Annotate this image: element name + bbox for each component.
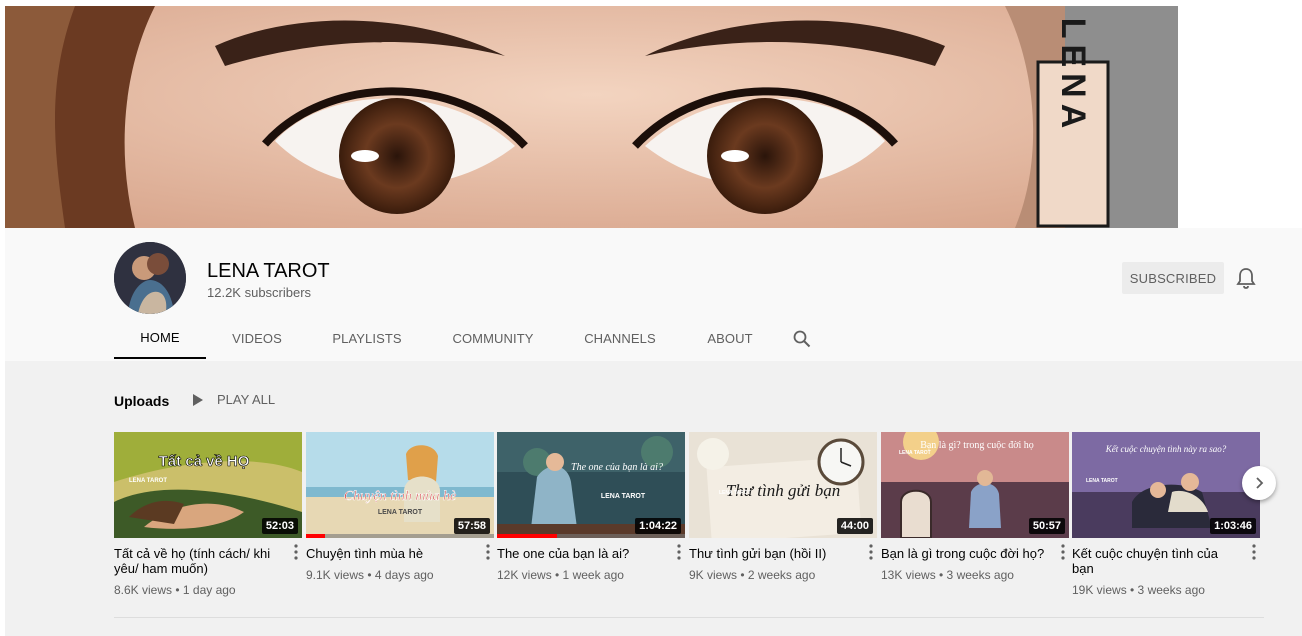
channel-banner: LENA — [5, 6, 1178, 228]
video-card[interactable]: Tất cả về HỌ LENA TAROT 52:03 Tất cả về … — [114, 432, 302, 597]
video-title[interactable]: The one của bạn là ai? — [497, 546, 685, 561]
video-duration: 1:04:22 — [635, 518, 681, 534]
more-vert-icon[interactable] — [869, 544, 873, 560]
video-card[interactable]: Thư tình gửi bạn LENA TAROT 44:00 Thư tì… — [689, 432, 877, 582]
video-card[interactable]: The one của bạn là ai? LENA TAROT 1:04:2… — [497, 432, 685, 582]
play-icon — [193, 393, 203, 406]
thumbnail-brand: LENA TAROT — [719, 490, 751, 496]
video-thumbnail[interactable]: Thư tình gửi bạn LENA TAROT 44:00 — [689, 432, 877, 538]
thumbnail-brand: LENA TAROT — [129, 478, 167, 484]
video-card[interactable]: Bạn là gì? trong cuộc đời họ LENA TAROT … — [881, 432, 1069, 582]
channel-avatar[interactable] — [114, 242, 186, 314]
video-meta: 19K views • 3 weeks ago — [1072, 583, 1205, 597]
watch-progress — [306, 534, 325, 538]
thumbnail-text: Kết cuộc chuyện tình này ra sao? — [1105, 444, 1227, 454]
tab-home[interactable]: HOME — [114, 320, 206, 359]
video-card[interactable]: Kết cuộc chuyện tình này ra sao? LENA TA… — [1072, 432, 1260, 597]
more-vert-icon[interactable] — [677, 544, 681, 560]
play-all-label: PLAY ALL — [217, 392, 276, 407]
watch-progress — [497, 534, 558, 538]
banner-logo: LENA — [1054, 18, 1092, 135]
more-vert-icon[interactable] — [1252, 544, 1256, 560]
avatar-image — [114, 242, 186, 314]
thumbnail-brand: LENA TAROT — [1086, 478, 1118, 484]
channel-tabs: HOME VIDEOS PLAYLISTS COMMUNITY CHANNELS… — [114, 320, 816, 361]
video-duration: 50:57 — [1028, 518, 1065, 534]
video-meta: 8.6K views • 1 day ago — [114, 583, 236, 597]
subscriber-count: 12.2K subscribers — [207, 285, 312, 300]
channel-name: LENA TAROT — [207, 260, 330, 282]
video-meta: 12K views • 1 week ago — [497, 568, 624, 582]
uploads-shelf: Uploads PLAY ALL Tất cả về HỌ LENA TAROT… — [5, 361, 1302, 636]
video-meta: 9.1K views • 4 days ago — [306, 568, 434, 582]
subscribed-button[interactable]: SUBSCRIBED — [1122, 262, 1224, 294]
video-title[interactable]: Bạn là gì trong cuộc đời họ? — [881, 546, 1069, 561]
more-vert-icon[interactable] — [486, 544, 490, 560]
bell-icon[interactable] — [1235, 266, 1257, 290]
shelf-divider — [114, 617, 1264, 618]
video-meta: 13K views • 3 weeks ago — [881, 568, 1014, 582]
thumbnail-brand: LENA TAROT — [601, 493, 646, 500]
thumbnail-text: The one của bạn là ai? — [571, 462, 663, 473]
search-icon[interactable] — [788, 320, 816, 358]
tab-playlists[interactable]: PLAYLISTS — [308, 320, 426, 358]
shelf-title[interactable]: Uploads — [114, 393, 169, 409]
video-duration: 52:03 — [261, 518, 298, 534]
tab-about[interactable]: ABOUT — [680, 320, 780, 358]
chevron-right-icon — [1256, 477, 1264, 489]
video-title[interactable]: Tất cả về họ (tính cách/ khi yêu/ ham mu… — [114, 546, 302, 576]
shelf-next-button[interactable] — [1242, 466, 1276, 500]
thumbnail-text: Chuyện tình mùa hè — [344, 489, 456, 504]
video-thumbnail[interactable]: The one của bạn là ai? LENA TAROT 1:04:2… — [497, 432, 685, 538]
thumbnail-text: Tất cả về HỌ — [159, 453, 250, 470]
video-thumbnail[interactable]: Chuyện tình mùa hè LENA TAROT 57:58 — [306, 432, 494, 538]
video-duration: 44:00 — [836, 518, 873, 534]
thumbnail-text: Bạn là gì? trong cuộc đời họ — [920, 440, 1034, 451]
play-all-button[interactable]: PLAY ALL — [193, 392, 275, 407]
video-thumbnail[interactable]: Bạn là gì? trong cuộc đời họ LENA TAROT … — [881, 432, 1069, 538]
thumbnail-brand: LENA TAROT — [378, 509, 423, 516]
video-thumbnail[interactable]: Kết cuộc chuyện tình này ra sao? LENA TA… — [1072, 432, 1260, 538]
video-title[interactable]: Thư tình gửi bạn (hồi II) — [689, 546, 877, 561]
thumbnail-brand: LENA TAROT — [899, 450, 931, 456]
video-title[interactable]: Chuyện tình mùa hè — [306, 546, 494, 561]
more-vert-icon[interactable] — [1061, 544, 1065, 560]
video-thumbnail[interactable]: Tất cả về HỌ LENA TAROT 52:03 — [114, 432, 302, 538]
tab-channels[interactable]: CHANNELS — [560, 320, 680, 358]
tab-videos[interactable]: VIDEOS — [206, 320, 308, 358]
video-duration: 57:58 — [453, 518, 490, 534]
video-duration: 1:03:46 — [1210, 518, 1256, 534]
channel-header: LENA TAROT 12.2K subscribers SUBSCRIBED … — [5, 228, 1302, 361]
banner-art: LENA — [5, 6, 1178, 228]
more-vert-icon[interactable] — [294, 544, 298, 560]
video-card[interactable]: Chuyện tình mùa hè LENA TAROT 57:58 Chuy… — [306, 432, 494, 582]
video-meta: 9K views • 2 weeks ago — [689, 568, 816, 582]
tab-community[interactable]: COMMUNITY — [426, 320, 560, 358]
video-title[interactable]: Kết cuộc chuyện tình của bạn — [1072, 546, 1260, 576]
